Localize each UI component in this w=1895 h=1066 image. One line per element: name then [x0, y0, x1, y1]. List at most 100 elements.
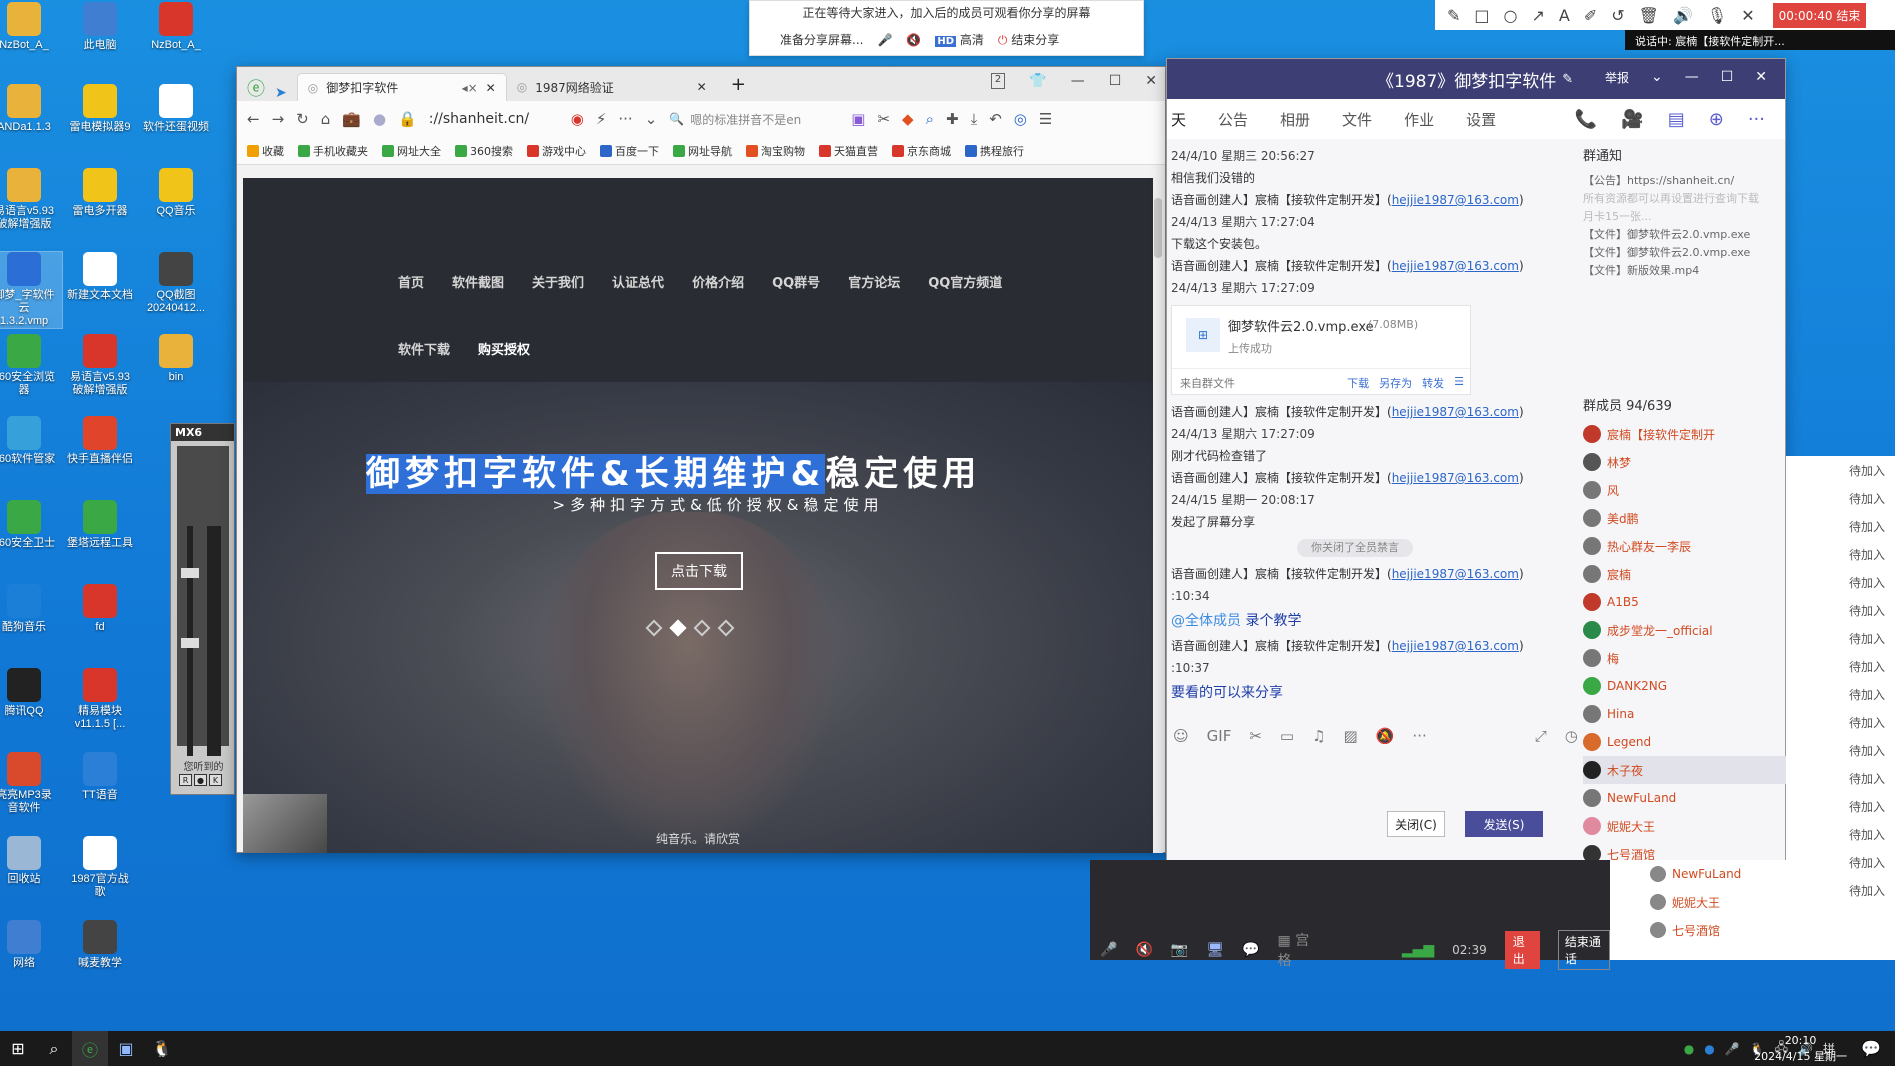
email-link[interactable]: hejjie1987@163.com [1392, 405, 1519, 419]
member-row[interactable]: 梅 [1583, 644, 1787, 672]
site-security-icon[interactable]: ◉ [571, 110, 584, 128]
end-call-button[interactable]: 结束通话 [1557, 930, 1610, 970]
scissors-icon[interactable]: ✂ [877, 110, 890, 128]
site-nav-item[interactable]: 官方论坛 [848, 272, 900, 291]
mic-icon[interactable]: 🎤 [1100, 942, 1117, 958]
rectangle-icon[interactable]: □ [1474, 6, 1489, 25]
desktop-icon[interactable]: 易语言v5.93 破解增强版 [62, 334, 138, 397]
site-nav-item[interactable]: 购买授权 [478, 339, 530, 358]
chat-bubble-icon[interactable]: 💬 [1242, 942, 1259, 958]
notice-line[interactable]: 【文件】御梦软件云2.0.vmp.exe [1583, 226, 1779, 244]
highlighter-icon[interactable]: ✐ [1584, 6, 1597, 25]
add-icon[interactable]: ⊕ [1709, 109, 1724, 130]
desktop-icon[interactable]: 网络 [0, 920, 62, 970]
email-link[interactable]: hejjie1987@163.com [1392, 193, 1519, 207]
group-members-panel[interactable]: 群成员 94/639 宸楠【接软件定制开 林梦风美d鹏 热心群友一李辰 宸楠 A1B5 成步… [1583, 395, 1787, 891]
expand-icon[interactable]: ⤢ [1535, 727, 1547, 745]
undo-icon[interactable]: ↺ [1611, 6, 1624, 25]
browser-logo-icon[interactable]: ⓔ [247, 75, 265, 101]
tab-close-icon[interactable]: ✕ [486, 81, 496, 95]
back-icon[interactable]: ← [247, 110, 260, 128]
voice-call-icon[interactable]: 📞 [1575, 109, 1597, 130]
pen-icon[interactable]: ✎ [1447, 6, 1460, 25]
mic-icon[interactable]: 🎙 [1707, 6, 1727, 25]
mention-all[interactable]: @全体成员 [1171, 613, 1241, 629]
desktop-icon[interactable]: 快手直播伴侣 [62, 416, 138, 466]
mixer-fader-panel[interactable] [177, 446, 229, 756]
image-icon[interactable]: ▨ [1344, 727, 1358, 745]
tray-kugou-icon[interactable]: ● [1704, 1042, 1714, 1056]
folder-icon[interactable]: ▭ [1280, 727, 1294, 745]
favorite-link[interactable]: 淘宝购物 [746, 143, 805, 159]
desktop-icon[interactable]: NzBot_A_ [138, 2, 214, 52]
browser-taskbar-icon[interactable]: ⓔ [72, 1031, 108, 1066]
desktop-icon[interactable]: QQ音乐 [138, 168, 214, 218]
download-icon[interactable]: ⤓ [971, 110, 978, 128]
file-forward-link[interactable]: 转发 [1422, 375, 1444, 391]
carousel-dot[interactable] [693, 619, 711, 637]
favorite-link[interactable]: 游戏中心 [527, 143, 586, 159]
wallet-icon[interactable]: 💼 [342, 110, 361, 128]
desktop-icon[interactable]: 雷电多开器 [62, 168, 138, 218]
desktop-icon[interactable]: 回收站 [0, 836, 62, 886]
notice-line[interactable]: 【公告】https://shanheit.cn/ [1583, 172, 1779, 190]
speaker-mute-icon[interactable]: 🔇 [1135, 942, 1152, 958]
mixer-dot-button[interactable]: ● [194, 774, 207, 786]
search-icon[interactable]: ⌕ [36, 1031, 72, 1066]
call-member-row[interactable]: 七号酒馆 [1610, 916, 1786, 944]
dropdown-chevron-icon[interactable]: ⌄ [645, 110, 658, 128]
close-button[interactable]: ✕ [1755, 69, 1767, 86]
desktop-icon[interactable]: 此电脑 [62, 2, 138, 52]
site-nav-item[interactable]: 软件下载 [398, 339, 450, 358]
send-button[interactable]: 发送(S) [1465, 811, 1543, 837]
desktop-icon[interactable]: NzBot_A_ [0, 2, 62, 52]
favorite-link[interactable]: 网址大全 [382, 143, 441, 159]
grid-icon[interactable]: ▦ 宫格 [1278, 930, 1314, 970]
minimize-button[interactable]: — [1071, 73, 1085, 89]
member-row[interactable]: 风 [1583, 476, 1787, 504]
exit-call-button[interactable]: 退出 [1504, 931, 1540, 969]
group-tab[interactable]: 天 [1171, 109, 1186, 130]
download-button[interactable]: 点击下载 [655, 552, 743, 590]
desktop-icon[interactable]: 堡塔远程工具 [62, 500, 138, 550]
member-row[interactable]: 美d鹏 [1583, 504, 1787, 532]
site-nav-item[interactable]: QQ群号 [772, 272, 820, 291]
carousel-dot-active[interactable] [669, 619, 687, 637]
tab-count-badge[interactable]: 2 [990, 73, 1006, 89]
screen-share-icon[interactable]: 🖥 [1206, 942, 1224, 958]
favorite-link[interactable]: 天猫直营 [819, 143, 878, 159]
menu-icon[interactable]: ☰ [1039, 110, 1052, 128]
desktop-icon[interactable]: 易语言v5.93 破解增强版 [0, 168, 62, 231]
notice-line[interactable]: 月卡15一张... [1583, 208, 1779, 226]
site-nav-item[interactable]: QQ官方频道 [928, 272, 1002, 291]
desktop-icon[interactable]: 360安全卫士 [0, 500, 62, 550]
volume-icon[interactable]: 🔊 [1673, 6, 1693, 25]
email-link[interactable]: hejjie1987@163.com [1392, 567, 1519, 581]
search-input[interactable]: 嗯的标准拼音不是en [690, 111, 801, 128]
site-nav-item[interactable]: 软件截图 [452, 272, 504, 291]
desktop-icon[interactable]: 精易模块 v11.1.5 [... [62, 668, 138, 731]
member-row[interactable]: 成步堂龙一_official [1583, 616, 1787, 644]
desktop-icon[interactable]: 360软件管家 [0, 416, 62, 466]
new-tab-button[interactable]: + [731, 74, 746, 95]
page-scrollbar[interactable] [1153, 178, 1163, 853]
desktop-icon[interactable]: fd [62, 584, 138, 634]
circle-icon[interactable]: ○ [1504, 6, 1518, 25]
desktop-icon[interactable]: ANDa1.1.3 [0, 84, 62, 134]
mic-icon[interactable]: 🎤 [877, 33, 892, 47]
search-box[interactable]: 🔍 嗯的标准拼音不是en [669, 107, 839, 131]
desktop-icon[interactable]: QQ截图 20240412... [138, 252, 214, 315]
class-icon[interactable]: ▤ [1668, 109, 1685, 130]
clock[interactable]: 20:10 2024/4/15 星期一 [1754, 1033, 1847, 1065]
bell-off-icon[interactable]: 🔕 [1376, 727, 1395, 745]
address-bar[interactable]: ://shanheit.cn/ [429, 111, 559, 127]
video-call-icon[interactable]: 🎥 [1621, 109, 1643, 130]
share-timer-end-button[interactable]: 00:00:40 结束 [1772, 2, 1867, 28]
favorite-link[interactable]: 携程旅行 [965, 143, 1024, 159]
menu-icon[interactable]: ☰ [1454, 375, 1464, 391]
tray-mic-icon[interactable]: 🎤 [1725, 1042, 1740, 1056]
notice-line[interactable]: 【文件】御梦软件云2.0.vmp.exe [1583, 244, 1779, 262]
mixer-r-button[interactable]: R [179, 774, 192, 786]
start-button[interactable]: ⊞ [0, 1031, 36, 1066]
site-nav-item[interactable]: 关于我们 [532, 272, 584, 291]
